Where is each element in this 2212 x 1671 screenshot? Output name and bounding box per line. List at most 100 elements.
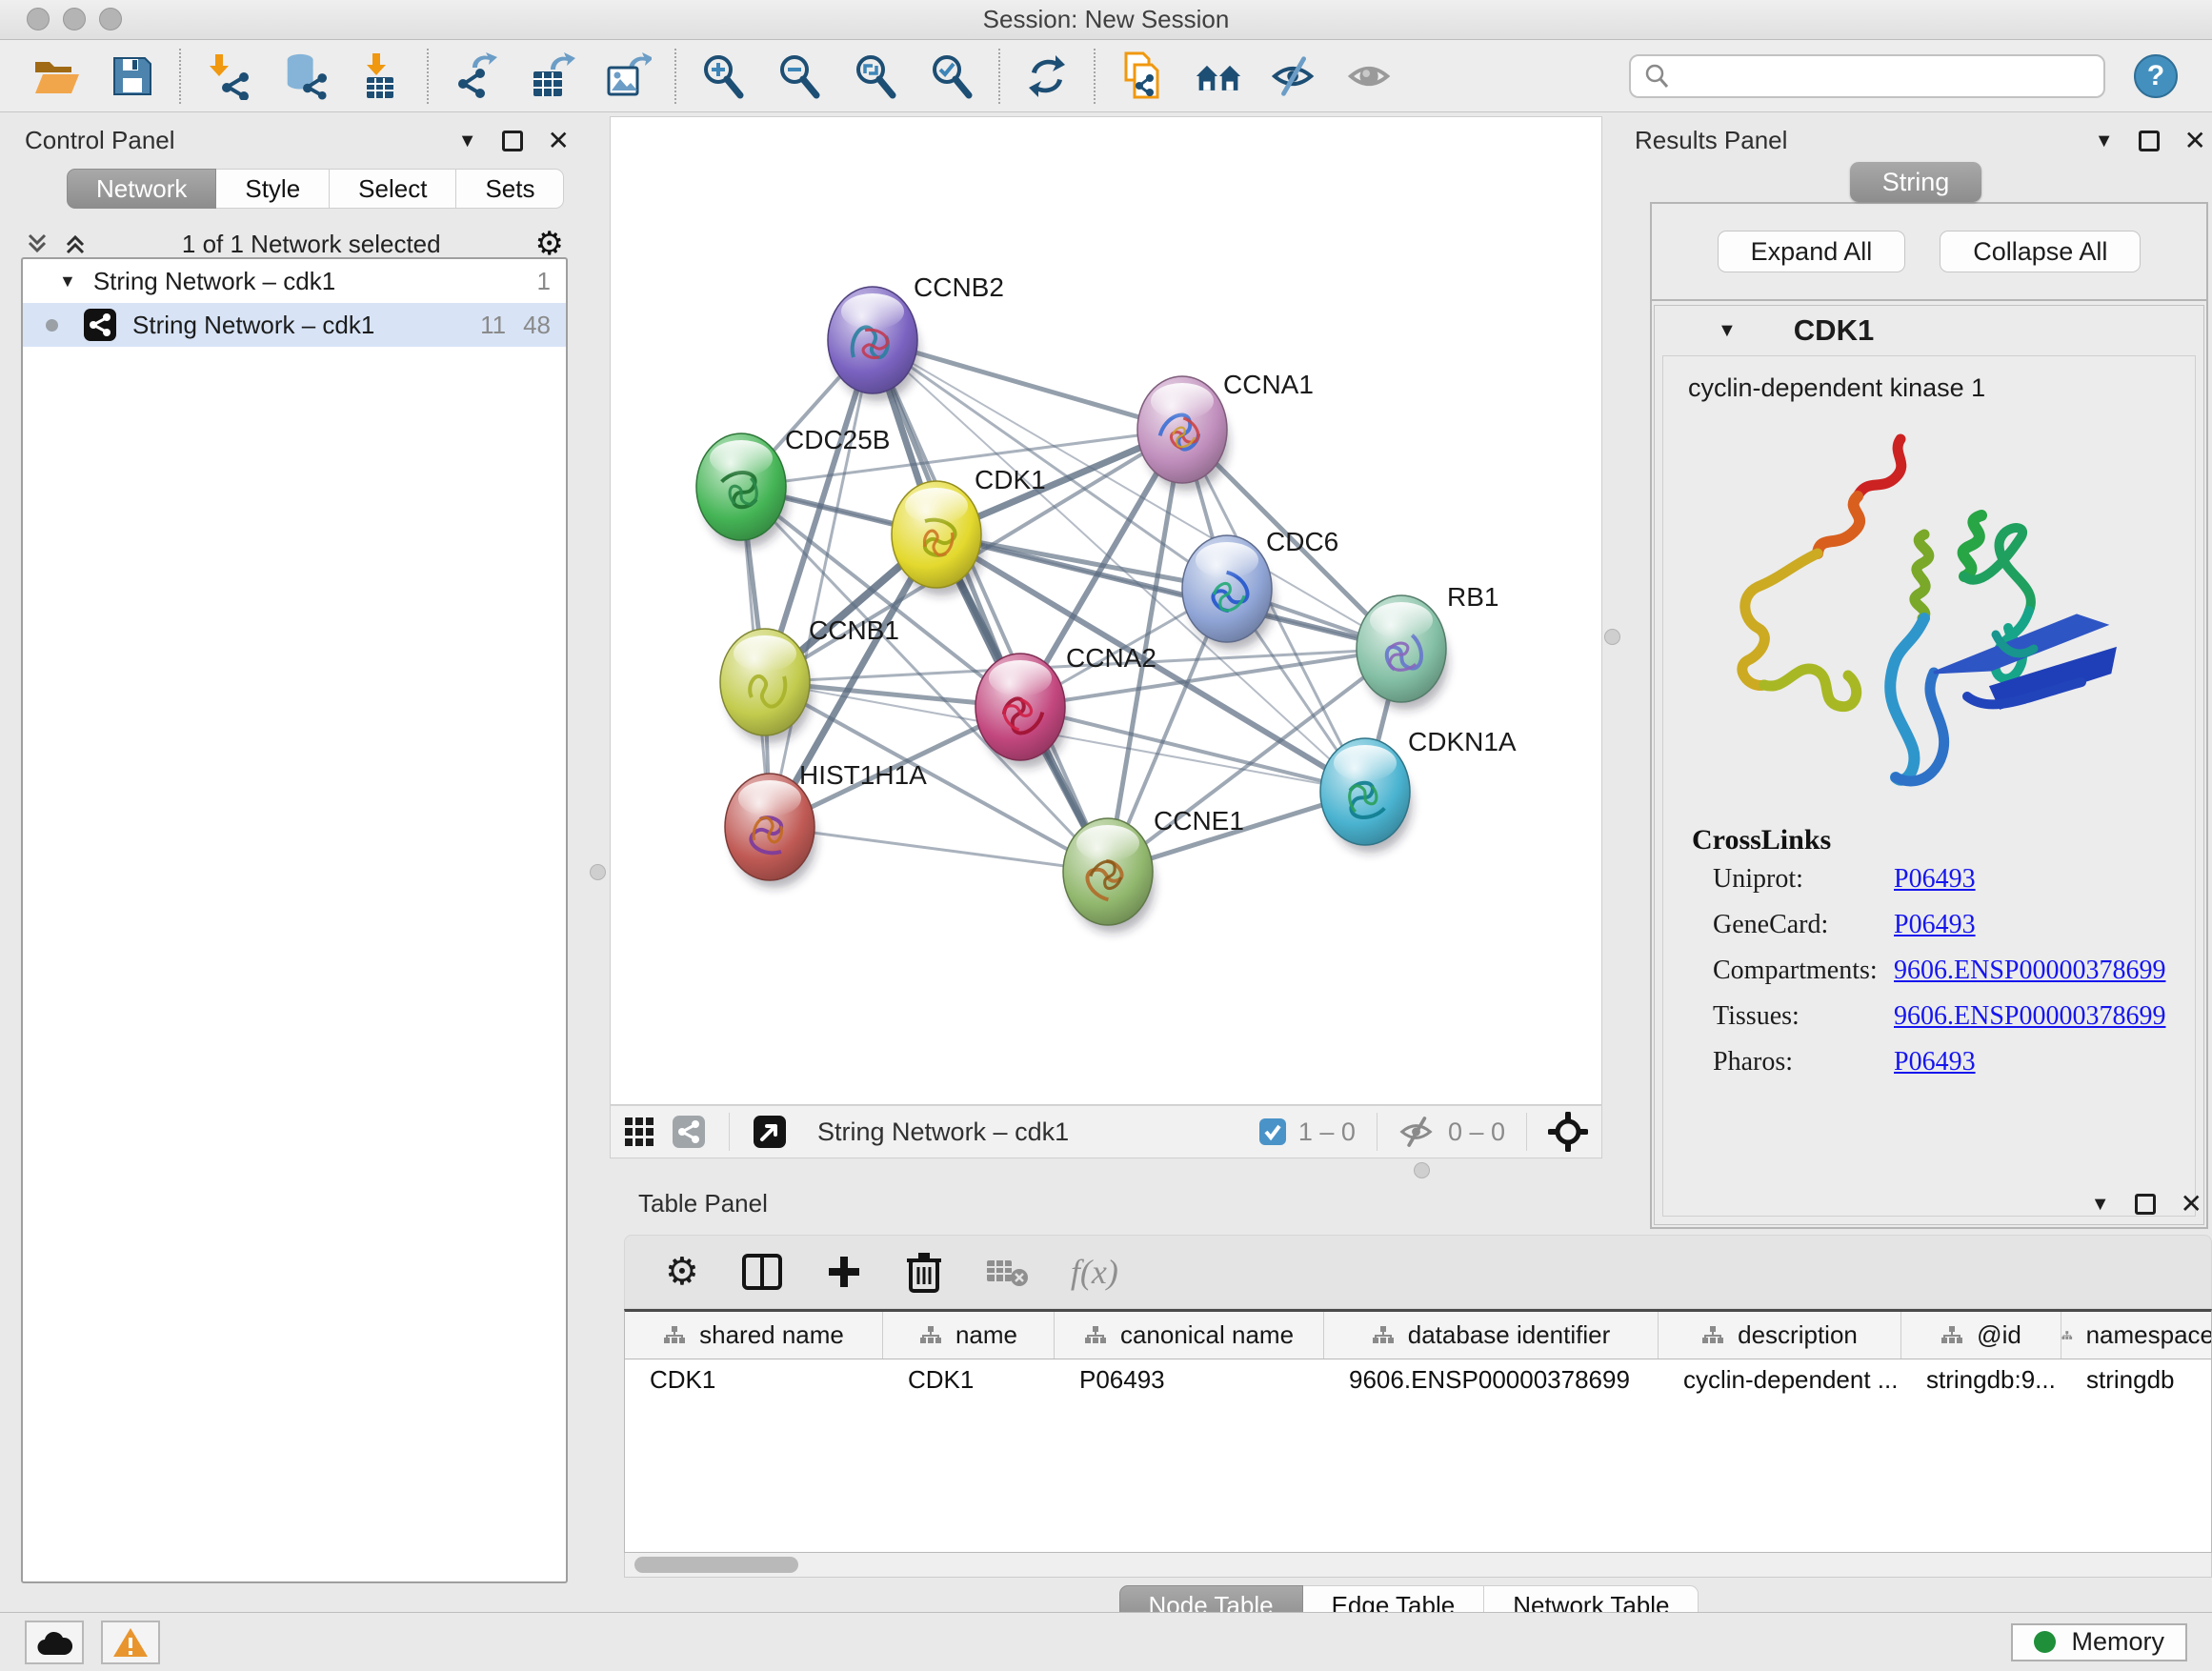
column-header-shared-name[interactable]: shared name xyxy=(625,1312,883,1359)
close-panel-icon[interactable]: ✕ xyxy=(2181,1191,2202,1218)
selected-checkbox-icon[interactable] xyxy=(1258,1117,1287,1146)
network-view-icon[interactable] xyxy=(672,1115,706,1149)
export-network-icon[interactable] xyxy=(452,52,499,100)
tab-select[interactable]: Select xyxy=(330,169,456,209)
export-table-icon[interactable] xyxy=(528,52,575,100)
panel-menu-icon[interactable]: ▼ xyxy=(458,131,477,151)
network-options-gear-icon[interactable]: ⚙ xyxy=(535,228,564,260)
horizontal-splitter-handle[interactable] xyxy=(1414,1162,1430,1178)
tab-network[interactable]: Network xyxy=(67,169,216,209)
open-session-icon[interactable] xyxy=(32,52,80,100)
table-cell[interactable]: 9606.ENSP00000378699 xyxy=(1324,1359,1659,1399)
function-builder-icon[interactable]: f(x) xyxy=(1071,1252,1118,1292)
hide-selected-icon[interactable] xyxy=(1271,52,1318,100)
crosslink-link[interactable]: P06493 xyxy=(1894,910,1976,940)
crosslink-link[interactable]: P06493 xyxy=(1894,1047,1976,1077)
column-header-database-identifier[interactable]: database identifier xyxy=(1324,1312,1659,1359)
save-session-icon[interactable] xyxy=(109,52,156,100)
network-node-CCNE1[interactable]: CCNE1 xyxy=(1063,806,1244,933)
table-cell[interactable]: stringdb:9... xyxy=(1901,1359,2061,1399)
network-edge[interactable] xyxy=(770,340,873,827)
close-window-button[interactable] xyxy=(27,8,50,30)
network-canvas[interactable]: CCNB2CCNA1CDC25BCDK1CDC6RB1CCNB1CCNA2CDK… xyxy=(610,116,1602,1105)
scrollbar-thumb[interactable] xyxy=(634,1557,798,1573)
crosslink-link[interactable]: 9606.ENSP00000378699 xyxy=(1894,1001,2165,1032)
cloud-button[interactable] xyxy=(25,1621,84,1664)
close-panel-icon[interactable]: ✕ xyxy=(2184,128,2206,154)
float-panel-icon[interactable] xyxy=(502,131,523,151)
string-home-icon[interactable] xyxy=(1195,52,1242,100)
panel-menu-icon[interactable]: ▼ xyxy=(2091,1195,2110,1214)
panel-menu-icon[interactable]: ▼ xyxy=(2095,131,2114,151)
table-options-gear-icon[interactable]: ⚙ xyxy=(665,1253,699,1291)
tab-string[interactable]: String xyxy=(1850,162,1982,202)
node-result-header[interactable]: ▼ CDK1 xyxy=(1655,306,2203,355)
column-header-canonical-name[interactable]: canonical name xyxy=(1055,1312,1324,1359)
minimize-window-button[interactable] xyxy=(63,8,86,30)
birdseye-view-icon[interactable] xyxy=(753,1115,787,1149)
import-table-icon[interactable] xyxy=(356,52,404,100)
network-edge[interactable] xyxy=(1020,707,1365,792)
network-row[interactable]: String Network – cdk1 11 48 xyxy=(23,303,566,347)
apply-layout-icon[interactable] xyxy=(1023,52,1071,100)
memory-button[interactable]: Memory xyxy=(2011,1623,2187,1661)
table-cell[interactable]: cyclin-dependent ... xyxy=(1659,1359,1901,1399)
network-collection-row[interactable]: ▼ String Network – cdk1 1 xyxy=(23,259,566,303)
collapse-all-button[interactable]: Collapse All xyxy=(1940,231,2141,272)
hidden-eye-icon[interactable] xyxy=(1398,1116,1437,1148)
show-columns-icon[interactable] xyxy=(741,1253,783,1291)
show-all-icon[interactable] xyxy=(1347,52,1395,100)
zoom-fit-icon[interactable] xyxy=(852,52,899,100)
zoom-selected-icon[interactable] xyxy=(928,52,975,100)
network-node-CDK1[interactable]: CDK1 xyxy=(892,465,1046,595)
help-icon[interactable]: ? xyxy=(2132,52,2180,100)
network-node-HIST1H1A[interactable]: HIST1H1A xyxy=(725,760,927,888)
collapse-all-icon[interactable] xyxy=(25,232,50,256)
float-panel-icon[interactable] xyxy=(2139,131,2160,151)
network-graph[interactable]: CCNB2CCNA1CDC25BCDK1CDC6RB1CCNB1CCNA2CDK… xyxy=(611,117,1601,1104)
warnings-button[interactable] xyxy=(101,1621,160,1664)
zoom-in-icon[interactable] xyxy=(699,52,747,100)
table-cell[interactable]: stringdb xyxy=(2061,1359,2212,1399)
network-node-CCNB2[interactable]: CCNB2 xyxy=(828,272,1004,401)
tab-sets[interactable]: Sets xyxy=(456,169,564,209)
network-node-CDC6[interactable]: CDC6 xyxy=(1182,527,1338,650)
right-splitter-handle[interactable] xyxy=(1604,629,1620,645)
close-panel-icon[interactable]: ✕ xyxy=(548,128,570,154)
network-node-RB1[interactable]: RB1 xyxy=(1357,582,1498,710)
table-cell[interactable]: CDK1 xyxy=(883,1359,1055,1399)
collection-expander-icon[interactable]: ▼ xyxy=(59,272,76,292)
grid-view-icon[interactable] xyxy=(624,1117,654,1147)
import-network-file-icon[interactable] xyxy=(204,52,251,100)
float-panel-icon[interactable] xyxy=(2135,1194,2156,1215)
new-network-from-selection-icon[interactable] xyxy=(1118,52,1166,100)
delete-column-icon[interactable] xyxy=(905,1251,943,1293)
expand-all-icon[interactable] xyxy=(63,232,88,256)
search-field[interactable] xyxy=(1629,54,2105,98)
left-splitter-handle[interactable] xyxy=(590,864,606,880)
tab-style[interactable]: Style xyxy=(216,169,330,209)
collapse-entry-icon[interactable]: ▼ xyxy=(1718,320,1737,342)
column-header-name[interactable]: name xyxy=(883,1312,1055,1359)
column-header-namespace[interactable]: namespace xyxy=(2061,1312,2212,1359)
fit-content-icon[interactable] xyxy=(1548,1112,1588,1152)
table-horizontal-scrollbar[interactable] xyxy=(624,1553,2212,1578)
export-image-icon[interactable] xyxy=(604,52,652,100)
zoom-window-button[interactable] xyxy=(99,8,122,30)
column-header-description[interactable]: description xyxy=(1659,1312,1901,1359)
network-edge[interactable] xyxy=(770,827,1108,872)
network-node-CCNB1[interactable]: CCNB1 xyxy=(720,615,899,743)
node-table[interactable]: shared namenamecanonical namedatabase id… xyxy=(624,1309,2212,1553)
add-column-icon[interactable] xyxy=(825,1253,863,1291)
network-node-CDKN1A[interactable]: CDKN1A xyxy=(1320,727,1517,853)
zoom-out-icon[interactable] xyxy=(775,52,823,100)
table-cell[interactable]: P06493 xyxy=(1055,1359,1324,1399)
crosslink-link[interactable]: 9606.ENSP00000378699 xyxy=(1894,956,2165,986)
import-network-database-icon[interactable] xyxy=(280,52,328,100)
table-cell[interactable]: CDK1 xyxy=(625,1359,883,1399)
network-edge[interactable] xyxy=(873,340,1108,872)
edge-layer[interactable] xyxy=(741,340,1401,872)
search-input[interactable] xyxy=(1671,61,2092,91)
column-header-@id[interactable]: @id xyxy=(1901,1312,2061,1359)
expand-all-button[interactable]: Expand All xyxy=(1718,231,1906,272)
